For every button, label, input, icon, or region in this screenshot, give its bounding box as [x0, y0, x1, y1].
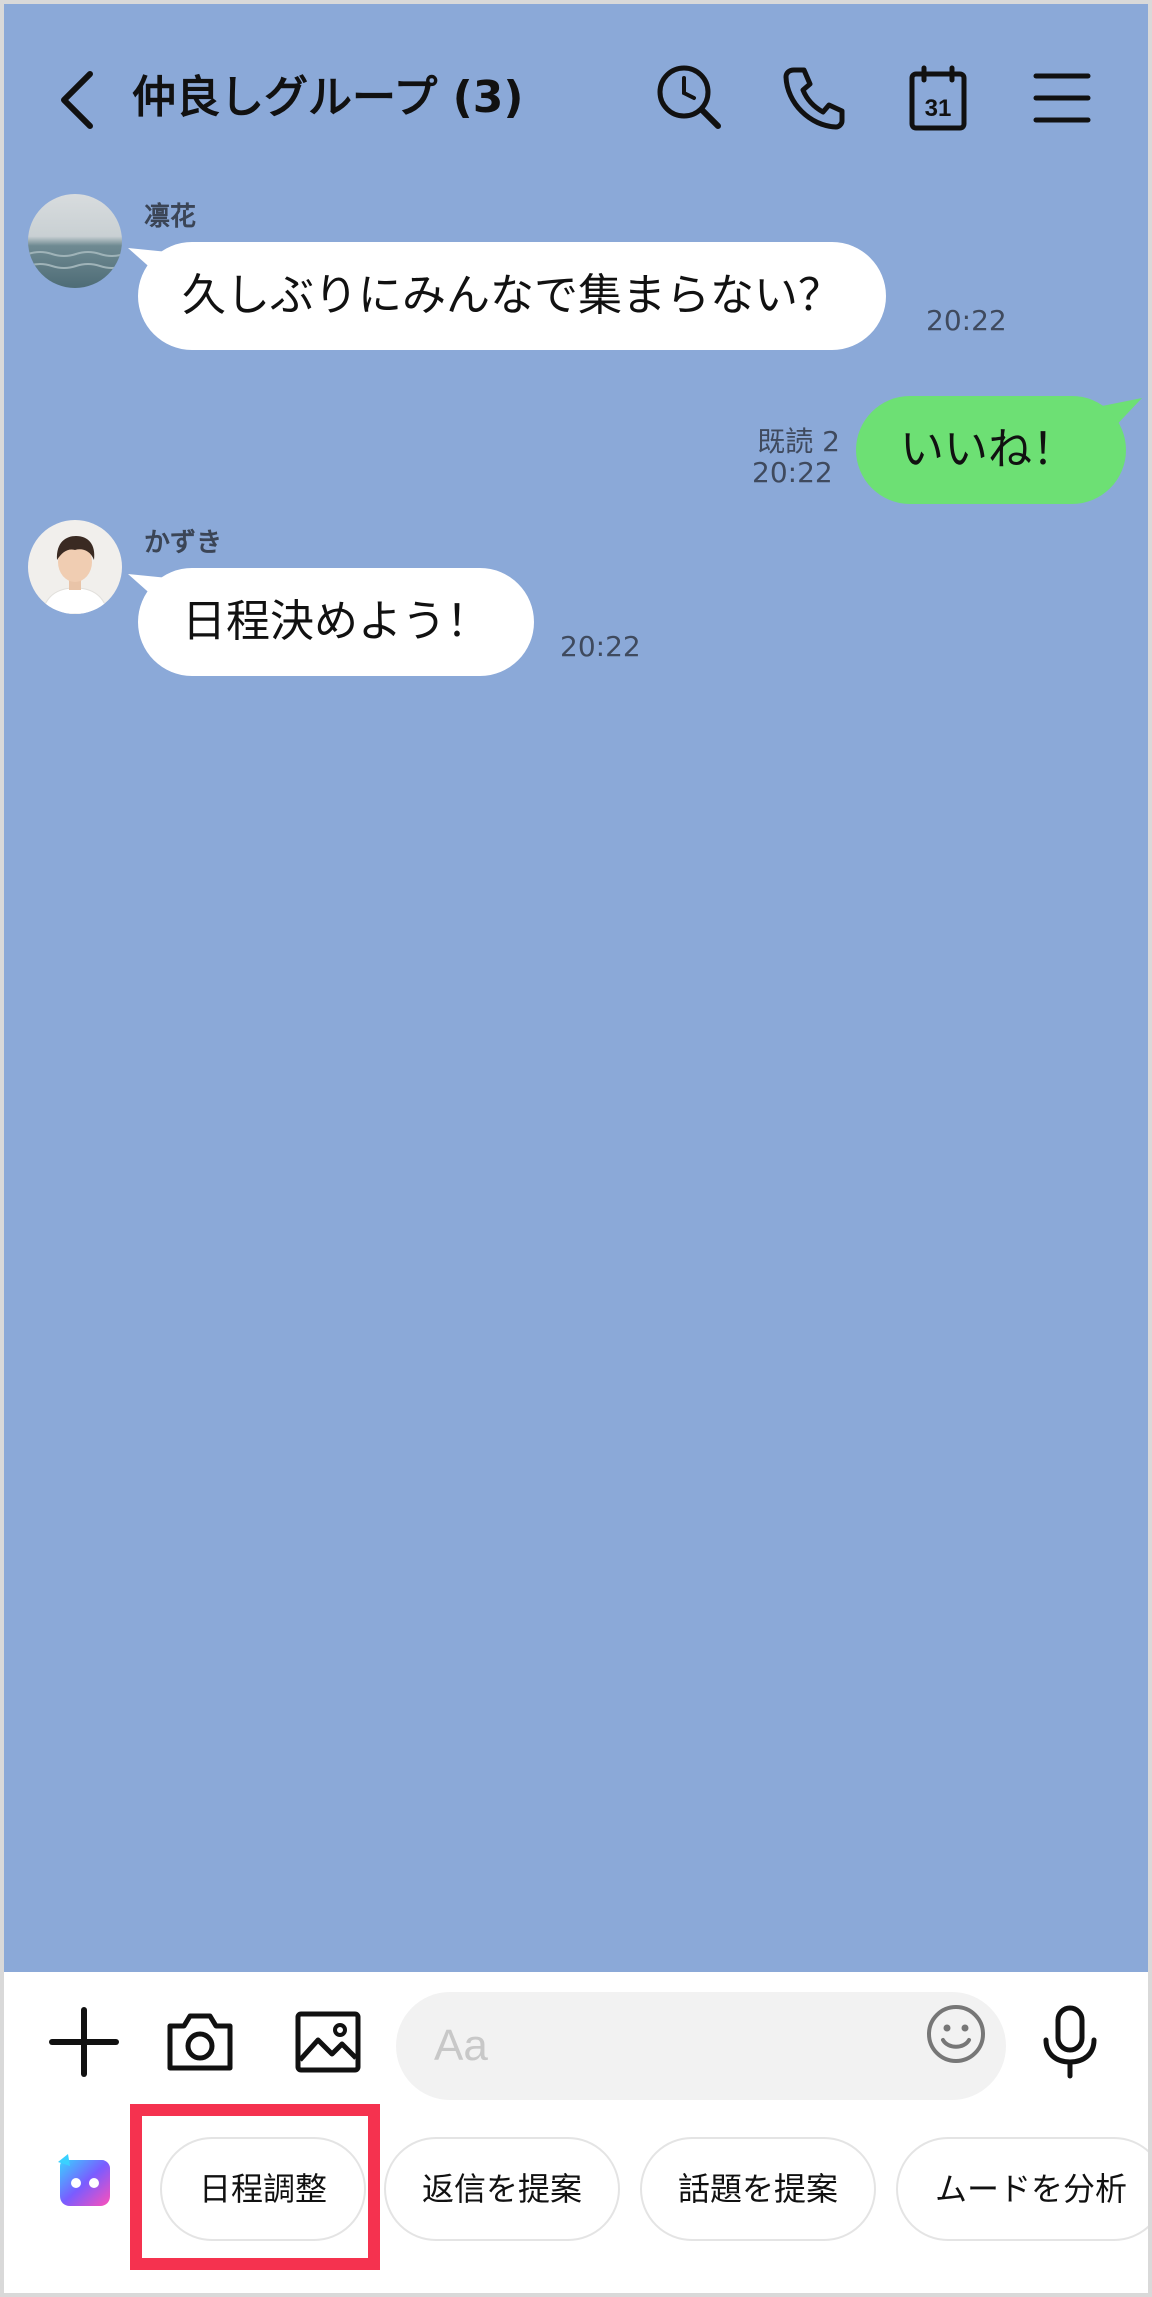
sender-name: かずき [144, 528, 223, 558]
message-input-bar [4, 1972, 1148, 2112]
ai-assistant-button[interactable] [52, 2152, 116, 2216]
message-time: 20:22 [926, 304, 1007, 337]
chip-suggest-topic[interactable]: 話題を提案 [640, 2137, 876, 2241]
person-avatar-image [28, 520, 122, 614]
plus-icon [49, 2007, 119, 2077]
message-time: 20:22 [560, 630, 641, 663]
calendar-button[interactable]: 31 [900, 60, 976, 136]
highlight-box [130, 2104, 380, 2270]
chat-area[interactable]: 仲良しグループ (3) 31 凛花 久しぶりにみんなで集まらない？ 20:22 … [4, 4, 1148, 1972]
message-bubble-incoming[interactable]: 久しぶりにみんなで集まらない？ [138, 242, 886, 350]
microphone-icon [1043, 2005, 1097, 2079]
chat-header: 仲良しグループ (3) 31 [4, 4, 1148, 184]
avatar-sender-2[interactable] [28, 520, 122, 614]
camera-icon [167, 2013, 233, 2071]
camera-button[interactable] [160, 2002, 240, 2082]
call-button[interactable] [776, 60, 852, 136]
read-receipt: 既読 2 [757, 425, 840, 458]
image-icon [295, 2011, 361, 2073]
chat-title: 仲良しグループ (3) [132, 72, 524, 123]
add-button[interactable] [44, 2002, 124, 2082]
calendar-day: 31 [925, 95, 952, 122]
emoji-icon [927, 2005, 985, 2063]
voice-button[interactable] [1030, 2002, 1110, 2082]
menu-button[interactable] [1024, 60, 1100, 136]
calendar-icon: 31 [909, 65, 967, 131]
emoji-button[interactable] [924, 2002, 988, 2066]
avatar-sender-1[interactable] [28, 194, 122, 288]
search-history-icon [657, 65, 721, 129]
image-button[interactable] [288, 2002, 368, 2082]
back-button[interactable] [52, 64, 102, 136]
message-input[interactable] [396, 1992, 1006, 2100]
sender-name: 凛花 [144, 202, 197, 232]
sea-avatar-image [28, 194, 122, 288]
chip-analyze-mood[interactable]: ムードを分析 [896, 2137, 1148, 2241]
message-time: 20:22 [752, 456, 833, 489]
message-bubble-outgoing[interactable]: いいね！ [856, 396, 1126, 504]
search-history-button[interactable] [652, 60, 728, 136]
back-chevron-icon [61, 71, 93, 129]
menu-icon [1033, 73, 1091, 123]
chip-suggest-reply[interactable]: 返信を提案 [384, 2137, 620, 2241]
message-bubble-incoming[interactable]: 日程決めよう！ [138, 568, 534, 676]
phone-icon [783, 67, 845, 130]
ai-assistant-icon [58, 2154, 110, 2206]
